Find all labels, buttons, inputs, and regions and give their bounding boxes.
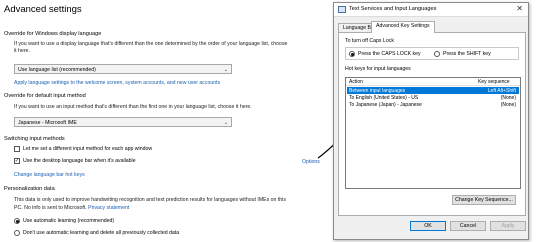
caps-lock-label: To turn off Caps Lock [345, 38, 394, 44]
privacy-statement-link[interactable]: Privacy statement [88, 205, 129, 211]
list-item[interactable]: To Japanese (Japan) - Japanese (None) [347, 101, 519, 108]
radio-selected[interactable] [14, 218, 20, 224]
list-item[interactable]: Between input languages Left Alt+Shift [347, 87, 519, 94]
override-display-desc-1: If you want to use a display language th… [14, 41, 288, 47]
override-input-heading: Override for default input method [4, 93, 86, 99]
personalization-desc-2: PC. No info is sent to Microsoft. Privac… [14, 205, 130, 211]
per-app-input-label: Let me set a different input method for … [23, 146, 153, 152]
shift-key-radio[interactable]: Press the SHIFT key [434, 51, 491, 57]
key-sequence-column-header: Key sequence [478, 79, 510, 85]
input-method-dropdown[interactable]: Japanese - Microsoft IME ⌄ [14, 117, 232, 127]
checkbox-checked[interactable]: ✓ [14, 158, 20, 164]
change-key-sequence-button[interactable]: Change Key Sequence... [452, 195, 516, 205]
caps-lock-key-radio[interactable]: Press the CAPS LOCK key [349, 51, 421, 57]
dialog-title-bar: Text Services and Input Languages ✕ [334, 3, 528, 17]
radio-unselected[interactable] [14, 230, 20, 236]
apply-welcome-screen-link[interactable]: Apply language settings to the welcome s… [14, 80, 220, 86]
ok-button[interactable]: OK [410, 221, 446, 231]
hotkeys-list[interactable]: Action Key sequence Between input langua… [345, 77, 521, 189]
tab-advanced-key-settings[interactable]: Advanced Key Settings [371, 21, 435, 33]
dialog-title: Text Services and Input Languages [349, 6, 437, 12]
advanced-key-settings-panel: To turn off Caps Lock Press the CAPS LOC… [338, 32, 526, 216]
options-link[interactable]: Options [302, 159, 320, 165]
radio-unselected[interactable] [434, 51, 440, 57]
display-language-dropdown[interactable]: Use language list (recommended) ⌄ [14, 64, 232, 74]
per-app-input-checkbox[interactable]: Let me set a different input method for … [14, 146, 152, 152]
override-input-desc: If you want to use an input method that'… [14, 104, 252, 110]
input-method-value: Japanese - Microsoft IME [18, 119, 77, 126]
auto-learning-radio[interactable]: Use automatic learning (recommended) [14, 218, 114, 224]
override-display-desc-2: it here. [14, 48, 30, 54]
hotkeys-label: Hot keys for input languages [345, 66, 411, 72]
desktop-language-bar-checkbox[interactable]: ✓ Use the desktop language bar when it's… [14, 158, 136, 164]
chevron-down-icon: ⌄ [223, 66, 228, 73]
chevron-down-icon: ⌄ [223, 119, 228, 126]
change-hotkeys-link[interactable]: Change language bar hot keys [14, 172, 85, 178]
keyboard-icon [338, 6, 346, 13]
checkbox-unchecked[interactable] [14, 146, 20, 152]
page-title: Advanced settings [4, 4, 82, 15]
personalization-desc-1: This data is only used to improve handwr… [14, 197, 286, 203]
no-auto-learning-label: Don't use automatic learning and delete … [23, 230, 180, 236]
personalization-heading: Personalization data [4, 186, 55, 192]
cancel-button[interactable]: Cancel [450, 221, 486, 231]
action-column-header: Action [349, 79, 363, 85]
desktop-language-bar-label: Use the desktop language bar when it's a… [23, 158, 136, 164]
caps-lock-group: Press the CAPS LOCK key Press the SHIFT … [345, 47, 519, 60]
no-auto-learning-radio[interactable]: Don't use automatic learning and delete … [14, 230, 179, 236]
override-display-heading: Override for Windows display language [4, 31, 102, 37]
switching-heading: Switching input methods [4, 136, 65, 142]
text-services-dialog: Text Services and Input Languages ✕ Lang… [333, 2, 529, 240]
display-language-value: Use language list (recommended) [18, 66, 96, 73]
apply-button[interactable]: Apply [490, 221, 526, 231]
advanced-settings-page: Advanced settings Override for Windows d… [0, 0, 330, 242]
auto-learning-label: Use automatic learning (recommended) [23, 218, 115, 224]
radio-selected[interactable] [349, 51, 355, 57]
close-icon[interactable]: ✕ [516, 4, 523, 13]
list-item[interactable]: To English (United States) - US (None) [347, 94, 519, 101]
list-header: Action Key sequence [346, 78, 520, 86]
